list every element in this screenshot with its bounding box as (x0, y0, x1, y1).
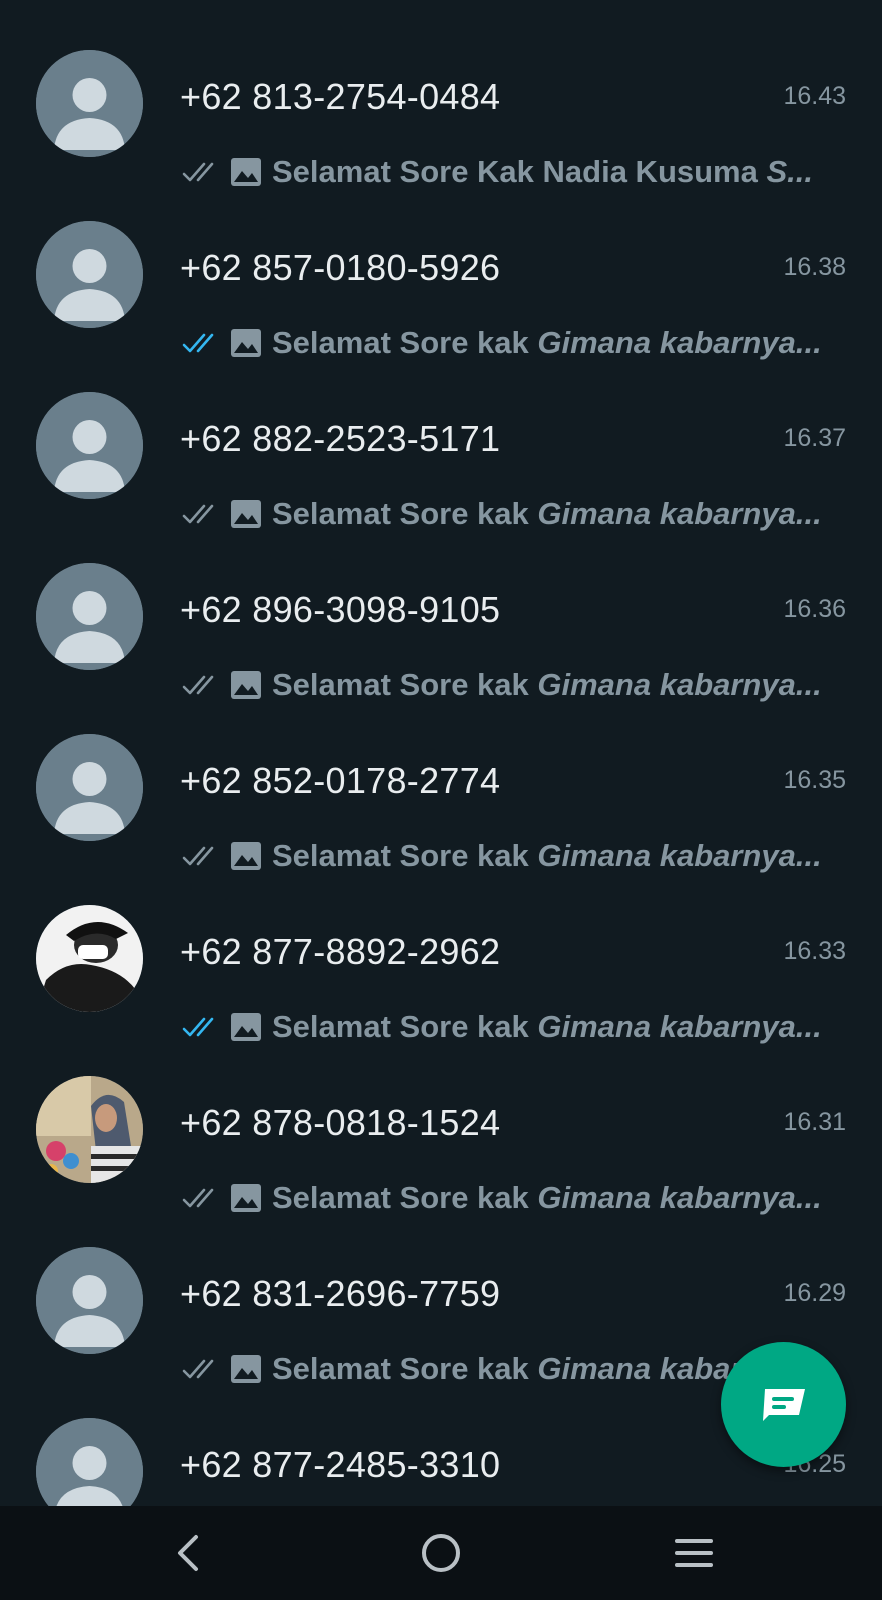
photo-icon (231, 329, 261, 357)
contact-name: +62 852-0178-2774 (180, 760, 501, 801)
message-time: 16.31 (783, 1108, 846, 1136)
message-text-plain: Selamat Sore kak (272, 838, 538, 873)
chat-list: +62 813-2754-0484 16.43 Selamat Sore Kak N… (0, 0, 882, 1506)
photo-icon (231, 500, 261, 528)
message-preview: Selamat Sore Kak Nadia Kusuma S... (182, 152, 822, 192)
avatar[interactable] (36, 1076, 143, 1183)
message-time: 16.29 (783, 1279, 846, 1307)
contact-name: +62 831-2696-7759 (180, 1273, 501, 1314)
new-chat-button[interactable] (721, 1342, 846, 1467)
message-text: Selamat Sore kak Gimana kabarnya... (272, 325, 822, 361)
photo-icon (231, 1184, 261, 1212)
message-preview: Selamat Sore kak Gimana kabarnya... (182, 323, 822, 363)
recents-button[interactable] (664, 1528, 724, 1578)
contact-name: +62 877-8892-2962 (180, 931, 501, 972)
double-check-icon (182, 846, 214, 866)
message-time: 16.36 (783, 595, 846, 623)
double-check-icon (182, 1188, 214, 1208)
default-avatar-icon (36, 392, 143, 499)
avatar[interactable] (36, 734, 143, 841)
message-text: Selamat Sore Kak Nadia Kusuma S... (272, 154, 813, 190)
chat-row[interactable]: +62 857-0180-5926 16.38 Selamat Sore kak G… (0, 211, 882, 382)
system-navigation-bar (0, 1506, 882, 1600)
message-text: Selamat Sore kak Gimana kabarnya... (272, 1009, 822, 1045)
recents-icon (675, 1539, 713, 1567)
double-check-icon (182, 1359, 214, 1379)
message-text-italic: Gimana kabarnya... (537, 496, 822, 531)
chat-row[interactable]: +62 896-3098-9105 16.36 Selamat Sore kak G… (0, 553, 882, 724)
message-text-italic: Gimana kabarnya... (537, 667, 822, 702)
avatar[interactable] (36, 50, 143, 157)
contact-name: +62 878-0818-1524 (180, 1102, 501, 1143)
default-avatar-icon (36, 563, 143, 670)
message-time: 16.43 (783, 82, 846, 110)
new-chat-icon (762, 1388, 805, 1421)
double-check-icon (182, 675, 214, 695)
avatar[interactable] (36, 905, 143, 1012)
message-text: Selamat Sore kak Gimana kabarnya... (272, 667, 822, 703)
default-avatar-icon (36, 734, 143, 841)
photo-icon (231, 1355, 261, 1383)
message-text-plain: Selamat Sore kak (272, 325, 538, 360)
message-text-plain: Selamat Sore kak (272, 496, 538, 531)
photo-icon (231, 671, 261, 699)
default-avatar-icon (36, 221, 143, 328)
message-text-italic: Gimana kabarnya... (537, 1180, 822, 1215)
message-text-plain: Selamat Sore kak (272, 1351, 538, 1386)
message-text-italic: S... (766, 154, 813, 189)
message-time: 16.35 (783, 766, 846, 794)
avatar[interactable] (36, 221, 143, 328)
photo-icon (231, 158, 261, 186)
default-avatar-icon (36, 1247, 143, 1354)
photo-icon (231, 1013, 261, 1041)
chat-row[interactable]: +62 852-0178-2774 16.35 Selamat Sore kak G… (0, 724, 882, 895)
message-time: 16.37 (783, 424, 846, 452)
photo-icon (231, 842, 261, 870)
message-text-plain: Selamat Sore kak (272, 667, 538, 702)
double-check-icon (182, 162, 214, 182)
avatar[interactable] (36, 1418, 143, 1506)
double-check-icon (182, 504, 214, 524)
message-text-plain: Selamat Sore kak (272, 1009, 538, 1044)
contact-photo (36, 1076, 143, 1183)
message-text: Selamat Sore kak Gimana kabarnya... (272, 496, 822, 532)
home-icon (422, 1534, 460, 1572)
message-preview: Selamat Sore kak Gimana kabarnya... (182, 494, 822, 534)
double-check-icon (182, 1017, 214, 1037)
contact-name: +62 813-2754-0484 (180, 76, 501, 117)
contact-name: +62 882-2523-5171 (180, 418, 501, 459)
message-text-italic: Gimana kabarnya... (537, 1009, 822, 1044)
contact-name: +62 877-2485-3310 (180, 1444, 501, 1485)
message-preview: Selamat Sore kak Gimana kabarnya... (182, 836, 822, 876)
default-avatar-icon (36, 50, 143, 157)
contact-name: +62 857-0180-5926 (180, 247, 501, 288)
message-text-plain: Selamat Sore kak (272, 1180, 538, 1215)
message-preview: Selamat Sore kak Gimana kabarnya... (182, 665, 822, 705)
back-icon (178, 1535, 198, 1571)
avatar[interactable] (36, 1247, 143, 1354)
message-text-italic: Gimana kabarnya... (537, 838, 822, 873)
message-text: Selamat Sore kak Gimana kabarnya... (272, 1180, 822, 1216)
double-check-icon (182, 333, 214, 353)
message-text-italic: Gimana kabarnya... (537, 325, 822, 360)
message-preview: Selamat Sore kak Gimana kabarnya... (182, 1007, 822, 1047)
chat-row[interactable]: +62 882-2523-5171 16.37 Selamat Sore kak G… (0, 382, 882, 553)
chat-row[interactable]: +62 878-0818-1524 16.31 Selamat Sore kak G… (0, 1066, 882, 1237)
message-time: 16.33 (783, 937, 846, 965)
contact-name: +62 896-3098-9105 (180, 589, 501, 630)
message-time: 16.38 (783, 253, 846, 281)
message-preview: Selamat Sore kak Gimana kabarnya... (182, 1178, 822, 1218)
chat-row[interactable]: +62 877-8892-2962 16.33 Selamat Sore kak G… (0, 895, 882, 1066)
avatar[interactable] (36, 563, 143, 670)
home-button[interactable] (411, 1528, 471, 1578)
message-text: Selamat Sore kak Gimana kabarnya... (272, 838, 822, 874)
contact-photo (36, 905, 143, 1012)
message-text-plain: Selamat Sore Kak Nadia Kusuma (272, 154, 767, 189)
avatar[interactable] (36, 392, 143, 499)
chat-row[interactable]: +62 813-2754-0484 16.43 Selamat Sore Kak N… (0, 40, 882, 211)
back-button[interactable] (158, 1528, 218, 1578)
default-avatar-icon (36, 1418, 143, 1506)
